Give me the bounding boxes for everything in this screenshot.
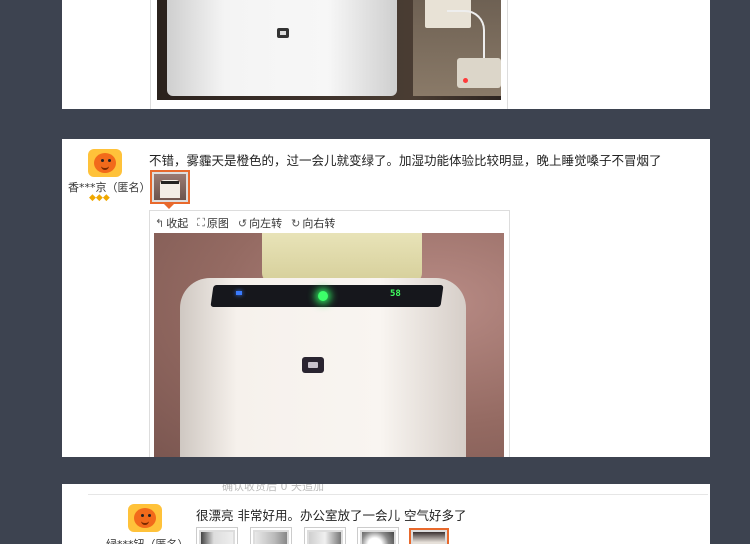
review-text: 很漂亮 非常好用。办公室放了一会儿 空气好多了 (196, 508, 467, 523)
blue-indicator (236, 291, 242, 295)
review-thumbnail[interactable] (409, 528, 449, 544)
review-thumbnail[interactable] (251, 528, 291, 544)
lamp-shade (262, 233, 422, 283)
rotate-left-button[interactable]: ↺ 向左转 (237, 216, 282, 231)
review-item: 确认收货后 0 天追加 绿***钮（匿名） 很漂亮 非常好用。办公室放了一会儿 … (62, 484, 710, 544)
divider (88, 494, 708, 495)
member-level-icon: ◆◆◆ (89, 193, 110, 203)
reviewer-name: 绿***钮（匿名） (106, 536, 189, 544)
rotate-right-button[interactable]: ↻ 向右转 (291, 216, 335, 231)
avatar (88, 149, 122, 177)
rotate-right-icon: ↻ (291, 216, 301, 230)
review-item: 香***京（匿名） ◆◆◆ 不错，雾霾天是橙色的，过一会儿就变绿了。加湿功能体验… (62, 139, 710, 457)
review-thumbnail[interactable] (358, 528, 398, 544)
thumbnail-pointer (164, 204, 174, 209)
purifier-image (167, 0, 397, 96)
photo-viewer: ↰ 收起 ⛶ 原图 ↺ 向左转 ↻ 向右转 58 (149, 210, 510, 457)
viewer-toolbar: ↰ 收起 ⛶ 原图 ↺ 向左转 ↻ 向右转 (155, 216, 335, 230)
brand-logo (277, 28, 289, 38)
display-reading: 58 (390, 289, 401, 299)
previous-review-panel (62, 0, 710, 109)
air-quality-light (318, 291, 328, 301)
review-text: 不错，雾霾天是橙色的，过一会儿就变绿了。加湿功能体验比较明显，晚上睡觉嗓子不冒烟… (149, 153, 662, 168)
append-info: 确认收货后 0 天追加 (222, 484, 324, 493)
power-strip (457, 58, 501, 88)
rotate-left-icon: ↺ (237, 216, 248, 230)
power-led (463, 78, 468, 83)
collapse-icon: ↰ (155, 216, 165, 230)
product-photo[interactable]: 58 (154, 233, 504, 457)
brand-logo (302, 357, 324, 373)
product-photo[interactable] (157, 0, 501, 100)
photo-viewer (150, 0, 508, 109)
review-thumbnail[interactable] (150, 170, 190, 204)
review-thumbnail[interactable] (197, 528, 237, 544)
collapse-button[interactable]: ↰ 收起 (155, 216, 188, 231)
fullsize-icon: ⛶ (197, 216, 205, 229)
review-thumbnail[interactable] (305, 528, 345, 544)
original-image-button[interactable]: ⛶ 原图 (197, 216, 229, 230)
avatar (128, 504, 162, 532)
